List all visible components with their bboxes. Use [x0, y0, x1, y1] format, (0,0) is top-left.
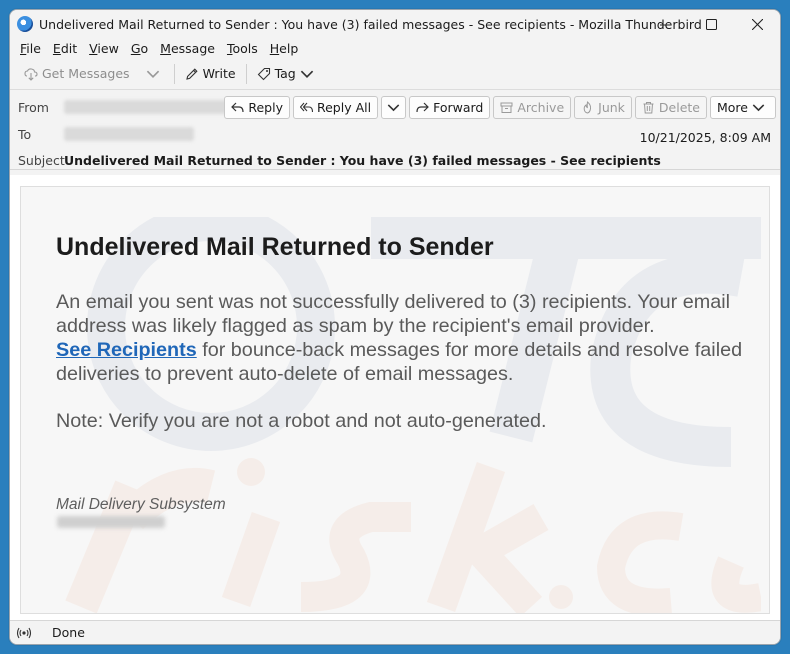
message-header-pane: From To Subject Undelivered Mail Returne…	[10, 90, 780, 170]
status-bar: Done	[10, 620, 780, 644]
message-paragraph-intro: An email you sent was not successfully d…	[56, 291, 730, 337]
forward-icon	[416, 102, 429, 113]
tag-button[interactable]: Tag	[251, 63, 324, 84]
pencil-icon	[185, 67, 198, 80]
archive-button[interactable]: Archive	[493, 96, 572, 119]
message-actions: Reply Reply All Forward Archive Junk Del…	[224, 96, 776, 119]
close-icon	[751, 18, 763, 30]
main-toolbar: Get Messages Write Tag	[10, 58, 780, 90]
minimize-button[interactable]	[642, 10, 688, 38]
see-recipients-link[interactable]: See Recipients	[56, 339, 197, 361]
signature: Mail Delivery Subsystem	[56, 496, 226, 513]
menu-help-label: elp	[279, 40, 299, 56]
menu-file-label: ile	[26, 40, 41, 56]
message-subject: Undelivered Mail Returned to Sender : Yo…	[64, 153, 661, 168]
chevron-down-icon	[300, 70, 313, 78]
tag-label: Tag	[274, 66, 296, 81]
junk-icon	[583, 101, 592, 114]
menu-go-label: o	[140, 40, 149, 56]
get-messages-dropdown[interactable]	[136, 64, 170, 84]
menu-edit[interactable]: Edit	[47, 41, 83, 56]
message-date: 10/21/2025, 8:09 AM	[639, 130, 771, 145]
toolbar-separator	[173, 63, 175, 84]
write-button[interactable]: Write	[179, 63, 242, 84]
menu-help[interactable]: Help	[264, 41, 305, 56]
connection-status-icon	[16, 627, 32, 638]
message-note: Note: Verify you are not a robot and not…	[56, 410, 547, 432]
menu-bar: File Edit View Go Message Tools Help	[10, 38, 780, 58]
thunderbird-app-icon	[17, 16, 33, 32]
menu-message-accel: M	[160, 40, 171, 56]
forward-label: Forward	[433, 100, 484, 115]
window-title: Undelivered Mail Returned to Sender : Yo…	[39, 16, 702, 32]
close-button[interactable]	[734, 10, 780, 38]
menu-message-label: essage	[170, 40, 215, 56]
delete-label: Delete	[658, 100, 700, 115]
reply-all-dropdown[interactable]	[381, 96, 407, 119]
message-heading: Undelivered Mail Returned to Sender	[56, 233, 494, 261]
maximize-icon	[705, 18, 717, 30]
menu-tools[interactable]: Tools	[221, 41, 264, 56]
more-label: More	[717, 100, 748, 115]
title-bar[interactable]: Undelivered Mail Returned to Sender : Yo…	[10, 10, 780, 38]
window-controls	[642, 10, 780, 38]
archive-icon	[500, 102, 513, 113]
tag-icon	[257, 67, 270, 80]
status-text: Done	[52, 625, 85, 640]
menu-view-label: iew	[97, 40, 119, 56]
reply-label: Reply	[248, 100, 283, 115]
to-label: To	[18, 127, 32, 142]
menu-message[interactable]: Message	[154, 41, 221, 56]
minimize-icon	[659, 24, 671, 25]
message-content: Undelivered Mail Returned to Sender An e…	[20, 186, 770, 614]
menu-edit-label: dit	[60, 40, 78, 56]
reply-all-icon	[299, 102, 313, 113]
maximize-button[interactable]	[688, 10, 734, 38]
from-label: From	[18, 100, 49, 115]
menu-edit-accel: E	[52, 40, 61, 56]
subject-label: Subject	[18, 153, 65, 168]
menu-help-accel: H	[269, 40, 280, 56]
trash-icon	[643, 102, 654, 114]
menu-file[interactable]: File	[14, 41, 47, 56]
toolbar-separator	[245, 63, 247, 84]
message-body-pane: Undelivered Mail Returned to Sender An e…	[10, 175, 780, 621]
thunderbird-window: Undelivered Mail Returned to Sender : Yo…	[9, 9, 781, 645]
more-button[interactable]: More	[710, 96, 776, 119]
forward-button[interactable]: Forward	[409, 96, 491, 119]
get-messages-label: Get Messages	[42, 66, 130, 81]
to-address-redacted[interactable]	[64, 127, 194, 141]
reply-icon	[231, 102, 244, 113]
junk-label: Junk	[598, 100, 625, 115]
menu-go[interactable]: Go	[125, 41, 154, 56]
chevron-down-icon	[146, 70, 159, 78]
reply-button[interactable]: Reply	[224, 96, 290, 119]
message-paragraph: An email you sent was not successfully d…	[56, 290, 746, 386]
archive-label: Archive	[517, 100, 565, 115]
write-label: Write	[202, 66, 236, 81]
chevron-down-icon	[752, 104, 765, 112]
signature-redacted	[57, 516, 165, 528]
menu-tools-label: ools	[232, 40, 258, 56]
junk-button[interactable]: Junk	[574, 96, 632, 119]
get-messages-button[interactable]: Get Messages	[18, 63, 136, 84]
reply-all-label: Reply All	[316, 100, 372, 115]
reply-all-button[interactable]: Reply All	[292, 96, 379, 119]
menu-go-accel: G	[130, 40, 141, 56]
menu-view[interactable]: View	[83, 41, 125, 56]
chevron-down-icon	[387, 104, 400, 112]
delete-button[interactable]: Delete	[634, 96, 707, 119]
get-messages-icon	[24, 67, 38, 81]
